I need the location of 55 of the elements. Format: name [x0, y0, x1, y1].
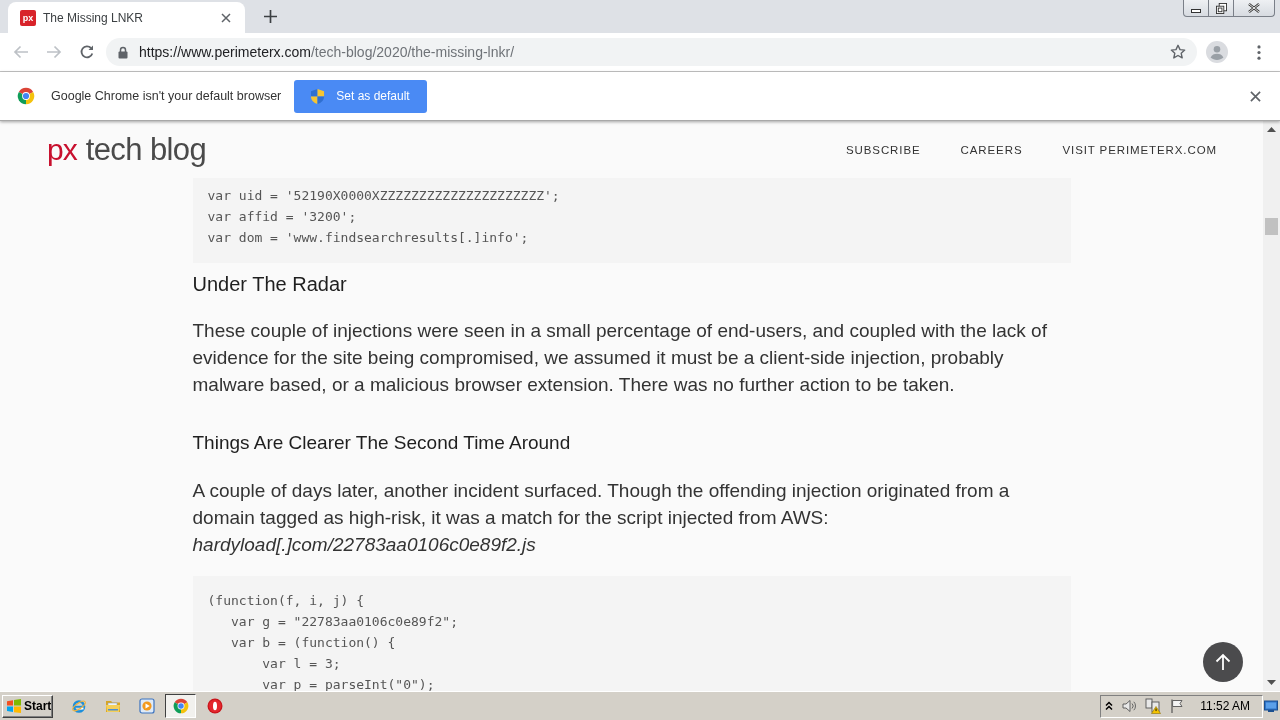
round-logo-icon	[17, 87, 35, 105]
logo-text[interactable]: tech blog	[85, 131, 207, 168]
body-paragraph: A couple of days later, another incident surfaced. Though the offending injection originated from a domain tagged as high-risk, it was a match for the script injected from AWS: hardyload[.]com/22783aa0106c0e89f2.js	[192, 479, 1011, 557]
url-text[interactable]: https://www.perimeterx.com/tech-blog/2020/the-missing-lnkr/	[139, 44, 515, 60]
scroll-to-top-button[interactable]	[1203, 642, 1243, 682]
close-icon[interactable]	[221, 12, 231, 23]
windows-flag-icon	[6, 698, 22, 714]
network-warning-icon[interactable]	[1145, 698, 1162, 714]
speaker-icon[interactable]	[1121, 698, 1138, 714]
flag-icon[interactable]	[1169, 698, 1186, 714]
body-paragraph: These couple of injections were seen in a small percentage of end-users, and coupled with the lack of evidence for the site being compromised, we assumed it must be a client-side injection, probably malware based, or a malicious browser extension. There was no further action to be taken.	[192, 319, 1048, 397]
taskbar-button[interactable]	[165, 694, 196, 718]
browser-tab[interactable]: px The Missing LNKR	[8, 2, 245, 33]
code-line: var b = (function() {	[229, 634, 397, 652]
e-logo-icon	[70, 698, 87, 714]
profile-avatar-icon[interactable]	[1206, 41, 1228, 63]
round-logo-icon	[172, 698, 189, 714]
minimize-icon	[1191, 7, 1201, 14]
chevron-up-icon[interactable]	[1105, 701, 1114, 711]
menu-icon[interactable]	[1257, 44, 1261, 60]
code-line: var g = "22783aa0106c0e89f2";	[229, 613, 459, 631]
scrollbar-thumb[interactable]	[1265, 218, 1278, 235]
ring-logo-icon	[206, 698, 223, 714]
section-subheading: Things Are Clearer The Second Time Around	[192, 431, 572, 455]
nav-link[interactable]: CAREERS	[960, 143, 1023, 156]
section-heading: Under The Radar	[192, 272, 348, 296]
start-button[interactable]: Start	[2, 694, 53, 718]
plus-icon[interactable]	[264, 10, 277, 23]
infobar-message: Google Chrome isn't your default browser	[51, 89, 282, 103]
nav-link[interactable]: VISIT PERIMETERX.COM	[1062, 143, 1217, 156]
close-icon	[1248, 3, 1260, 13]
code-line: var uid = '52190X0000XZZZZZZZZZZZZZZZZZZZZZ';	[207, 187, 561, 205]
favicon: px	[20, 9, 36, 26]
media-player-icon	[138, 698, 155, 714]
restore-icon	[1215, 2, 1227, 14]
close-icon[interactable]	[1250, 90, 1261, 102]
nav-link[interactable]: SUBSCRIBE	[846, 143, 921, 156]
star-icon[interactable]	[1170, 44, 1186, 60]
scroll-up-arrow-icon[interactable]	[1267, 127, 1276, 132]
logo-mark[interactable]: px	[47, 131, 77, 168]
clock-time: 11:52 AM	[1200, 699, 1250, 713]
folder-icon	[104, 698, 121, 714]
reload-icon[interactable]	[79, 44, 95, 60]
lock-icon[interactable]	[118, 45, 128, 59]
code-line: var l = 3;	[261, 655, 342, 673]
code-line: var affid = '3200';	[207, 208, 358, 226]
code-line: var dom = 'www.findsearchresults[.]info';	[207, 229, 530, 247]
arrow-up-icon	[1215, 653, 1231, 671]
code-line: (function(f, i, j) {	[207, 592, 366, 610]
shield-icon	[310, 87, 326, 105]
scrollbar[interactable]	[1263, 121, 1280, 691]
show-desktop-icon[interactable]	[1264, 699, 1278, 713]
scroll-down-arrow-icon[interactable]	[1267, 680, 1276, 685]
address-bar[interactable]: https://www.perimeterx.com/tech-blog/2020/the-missing-lnkr/	[106, 38, 1197, 66]
code-line: var p = parseInt("0");	[261, 676, 436, 691]
